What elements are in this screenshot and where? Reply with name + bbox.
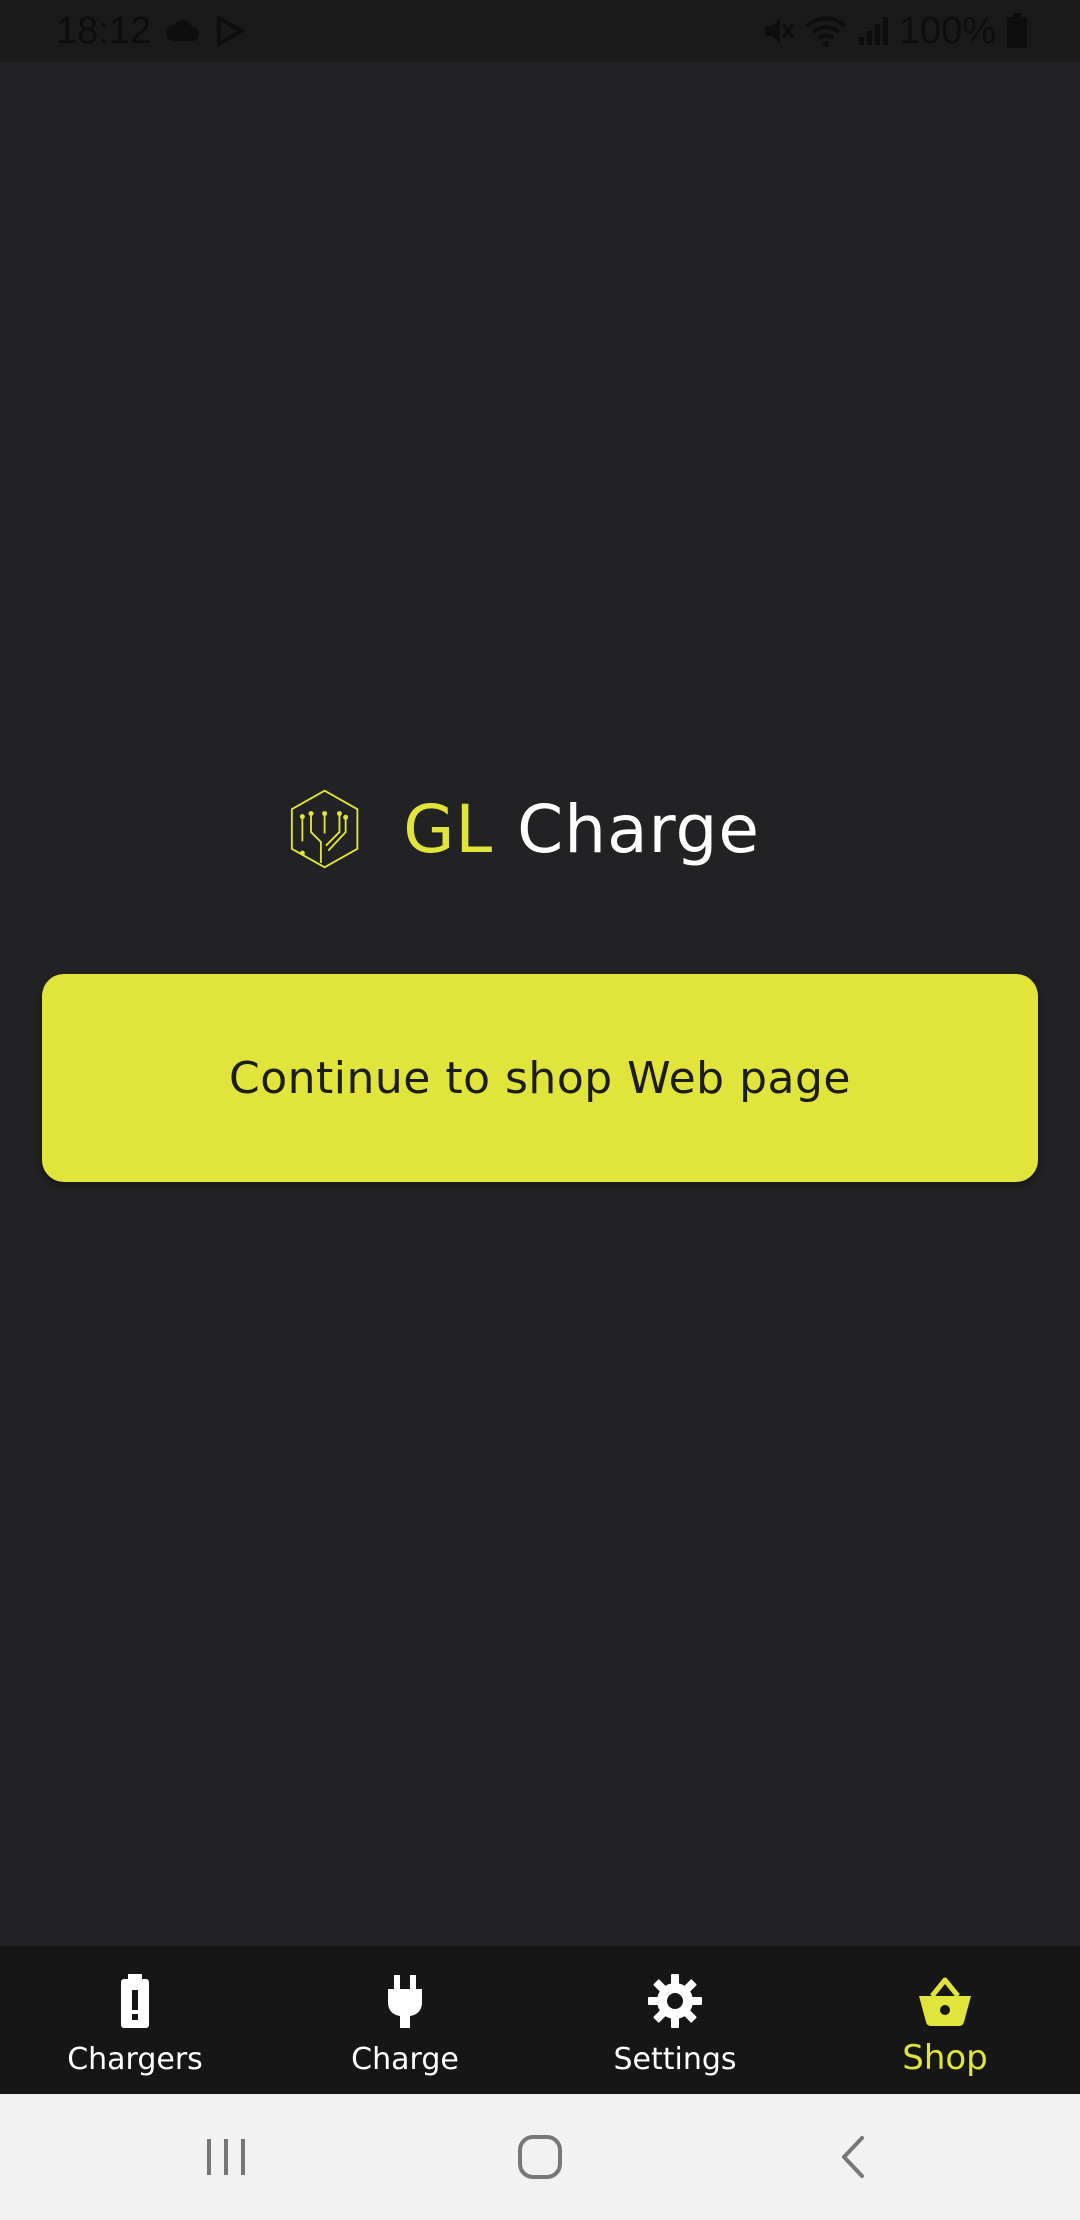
bottom-navigation: Chargers Charge Settings Shop bbox=[0, 1946, 1080, 2094]
nav-label-chargers: Chargers bbox=[67, 2042, 203, 2077]
nav-item-charge[interactable]: Charge bbox=[270, 1946, 540, 2094]
app-logo: GL Charge bbox=[290, 764, 760, 894]
wifi-icon bbox=[805, 16, 847, 47]
system-navigation-bar bbox=[0, 2094, 1080, 2220]
circuit-hexagon-icon bbox=[290, 789, 359, 869]
nav-label-settings: Settings bbox=[613, 2042, 737, 2077]
battery-alert-icon bbox=[121, 1974, 149, 2028]
continue-to-shop-button[interactable]: Continue to shop Web page bbox=[42, 974, 1038, 1182]
status-right: 100% bbox=[761, 10, 1028, 53]
logo-charge-text: Charge bbox=[517, 790, 760, 868]
basket-icon bbox=[919, 1977, 971, 2026]
back-icon bbox=[842, 2136, 865, 2178]
recent-apps-button[interactable] bbox=[167, 2117, 287, 2197]
status-bar: 18:12 100% bbox=[0, 0, 1080, 62]
gear-icon bbox=[648, 1974, 702, 2028]
nav-item-settings[interactable]: Settings bbox=[540, 1946, 810, 2094]
nav-label-shop: Shop bbox=[902, 2038, 988, 2078]
home-icon bbox=[517, 2135, 562, 2179]
main-content: GL Charge Continue to shop Web page bbox=[0, 62, 1080, 1946]
status-left: 18:12 bbox=[56, 9, 246, 53]
logo-wordmark: GL Charge bbox=[403, 791, 760, 868]
back-button[interactable] bbox=[793, 2117, 913, 2197]
logo-gl-text: GL bbox=[403, 790, 494, 868]
signal-icon bbox=[858, 17, 888, 45]
recent-apps-icon bbox=[206, 2139, 245, 2175]
mute-icon bbox=[764, 19, 795, 43]
home-button[interactable] bbox=[480, 2117, 600, 2197]
play-store-icon bbox=[217, 16, 246, 46]
battery-percentage: 100% bbox=[898, 9, 996, 52]
status-time: 18:12 bbox=[56, 9, 152, 52]
plug-icon bbox=[388, 1975, 422, 2028]
battery-icon bbox=[1007, 13, 1027, 48]
cloud-icon bbox=[166, 20, 200, 41]
nav-label-charge: Charge bbox=[351, 2042, 459, 2077]
nav-item-shop[interactable]: Shop bbox=[810, 1946, 1080, 2094]
nav-item-chargers[interactable]: Chargers bbox=[0, 1946, 270, 2094]
